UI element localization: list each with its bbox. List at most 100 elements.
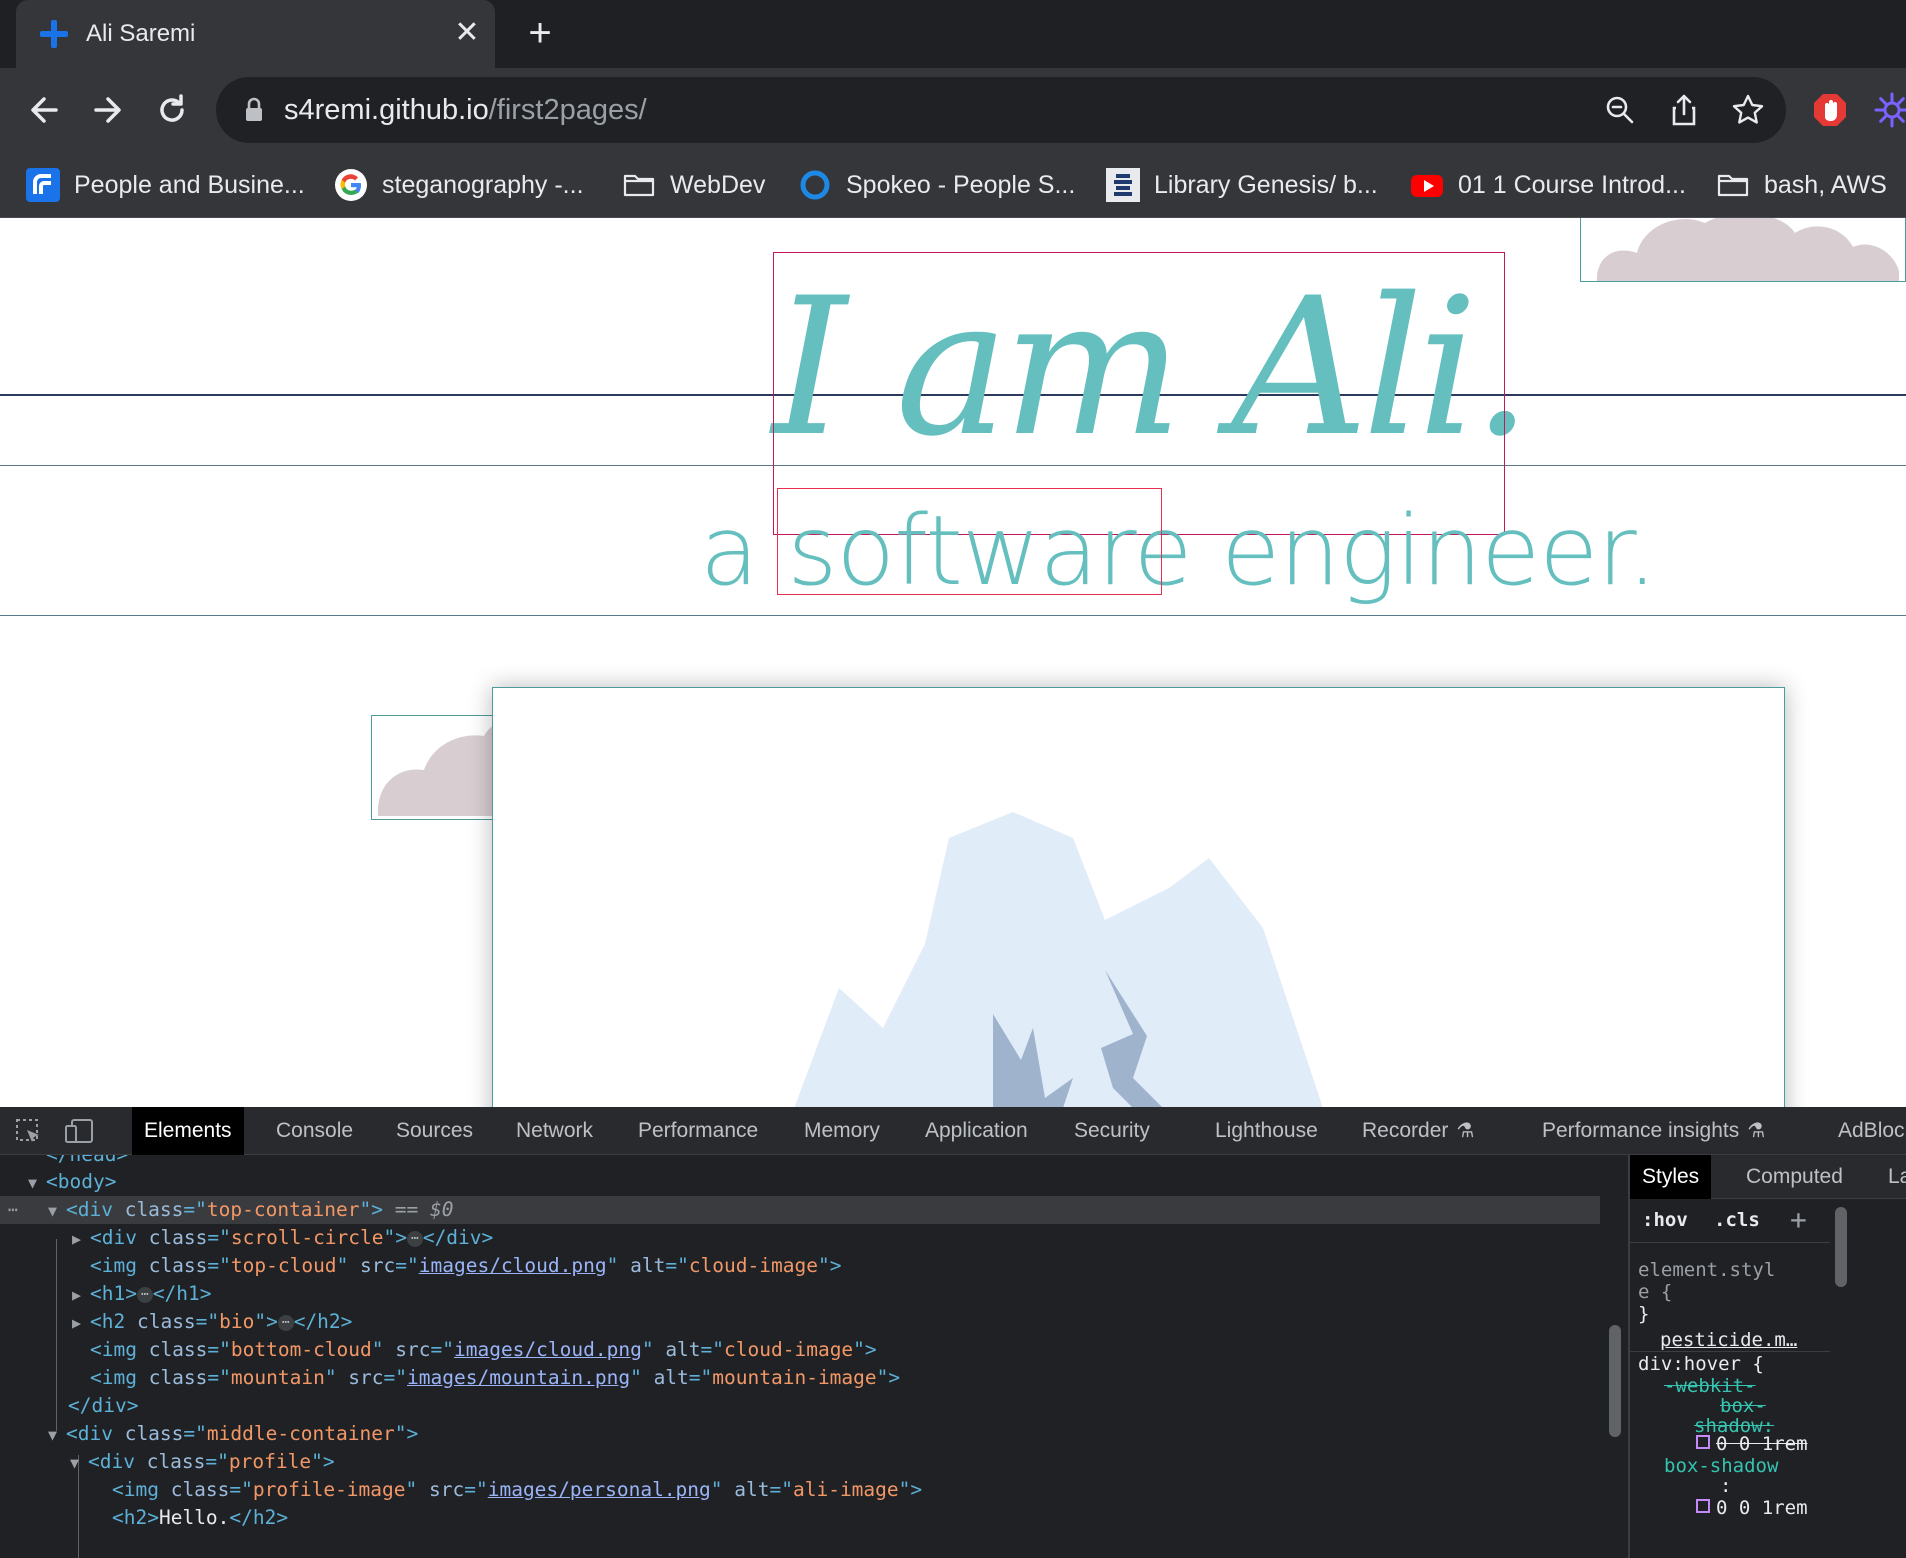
webkit-box-shadow-prop[interactable]: -webkit-: [1664, 1375, 1756, 1397]
elements-scrollbar[interactable]: [1604, 1155, 1626, 1558]
tab-recorder[interactable]: Recorder ⚗: [1350, 1107, 1486, 1155]
shadow-editor-swatch-icon[interactable]: [1696, 1435, 1710, 1449]
more-options-icon[interactable]: ⋯: [8, 1196, 18, 1224]
url-text: s4remi.github.io/first2pages/: [284, 94, 647, 126]
close-tab-icon[interactable]: ✕: [450, 16, 484, 50]
bookmark-star-icon[interactable]: [1730, 92, 1766, 128]
tab-security[interactable]: Security: [1062, 1107, 1162, 1155]
tree-node-scroll-circle[interactable]: ▶ <div class="scroll-circle"> ⋯ </div>: [72, 1224, 493, 1252]
devtools-panel: Elements Console Sources Network Perform…: [0, 1107, 1906, 1558]
tab-title: Ali Saremi: [86, 20, 196, 47]
mountain-image: [492, 687, 1785, 1107]
tree-node-profile-image[interactable]: <img class="profile-image" src="images/p…: [112, 1476, 922, 1504]
bookmark-folder[interactable]: WebDev: [622, 166, 765, 204]
styles-scrollbar[interactable]: [1830, 1199, 1850, 1558]
tab-performance-insights[interactable]: Performance insights ⚗: [1530, 1107, 1777, 1155]
rule-close-brace: }: [1638, 1303, 1650, 1325]
tree-node-body[interactable]: ▼ <body>: [28, 1168, 116, 1196]
tree-node-h2-hello[interactable]: <h2>Hello.</h2>: [112, 1504, 288, 1532]
youtube-icon: [1411, 175, 1443, 197]
tab-active[interactable]: Ali Saremi ✕: [16, 0, 495, 68]
pesticide-guide-line: [0, 615, 1906, 616]
page-viewport: I am Ali. a software engineer.: [0, 218, 1906, 1107]
tab-console[interactable]: Console: [264, 1107, 365, 1155]
adblock-extension-icon[interactable]: [1812, 92, 1848, 128]
tree-node-bio[interactable]: ▶ <h2 class="bio"> ⋯ </h2>: [72, 1308, 352, 1336]
tab-performance[interactable]: Performance: [626, 1107, 770, 1155]
lock-icon[interactable]: [244, 97, 264, 123]
styles-tab-bar: Styles Computed Lay: [1630, 1155, 1906, 1199]
tab-memory[interactable]: Memory: [792, 1107, 892, 1155]
tree-node-top-cloud[interactable]: <img class="top-cloud" src="images/cloud…: [90, 1252, 841, 1280]
google-icon: [335, 169, 367, 201]
tree-node-div-close[interactable]: </div>: [68, 1392, 138, 1420]
tab-layout[interactable]: Lay: [1876, 1155, 1906, 1199]
zoom-icon[interactable]: [1602, 92, 1638, 128]
forward-arrow-icon[interactable]: [84, 86, 132, 134]
element-style-selector[interactable]: element.styl: [1638, 1259, 1775, 1281]
styles-pane: Styles Computed Lay :hov .cls + element.…: [1630, 1155, 1906, 1558]
sparkle-extension-icon[interactable]: [1874, 92, 1906, 128]
new-tab-button[interactable]: +: [520, 13, 560, 54]
collapsed-ellipsis[interactable]: ⋯: [277, 1314, 294, 1331]
tree-node-mountain[interactable]: <img class="mountain" src="images/mounta…: [90, 1364, 900, 1392]
bookmark-item[interactable]: steganography -...: [334, 166, 584, 204]
stylesheet-source-link[interactable]: pesticide.m…: [1660, 1329, 1797, 1351]
tab-sources[interactable]: Sources: [384, 1107, 485, 1155]
tree-node-profile[interactable]: ▼ <div class="profile">: [70, 1448, 335, 1476]
flask-icon: ⚗: [1747, 1120, 1766, 1142]
flask-icon: ⚗: [1456, 1120, 1475, 1142]
bookmark-item[interactable]: People and Busine...: [26, 166, 305, 204]
reload-icon[interactable]: [148, 86, 196, 134]
rule-separator: [1630, 1351, 1830, 1352]
tab-adblock[interactable]: AdBloc: [1826, 1107, 1906, 1155]
bookmark-item[interactable]: 01 1 Course Introd...: [1410, 166, 1686, 204]
tab-lighthouse[interactable]: Lighthouse: [1203, 1107, 1330, 1155]
browser-toolbar: s4remi.github.io/first2pages/: [0, 68, 1906, 152]
bookmarks-bar: People and Busine... steganography -... …: [0, 152, 1906, 218]
tree-node-head-close[interactable]: </head>: [46, 1155, 128, 1169]
bookmark-item[interactable]: Library Genesis/ b...: [1106, 166, 1378, 204]
inspect-element-icon[interactable]: [14, 1117, 44, 1145]
people-business-icon: [26, 168, 60, 202]
folder-icon: [623, 174, 655, 197]
tree-guide: [56, 1239, 57, 1431]
box-shadow-colon: :: [1720, 1475, 1732, 1497]
hov-toggle[interactable]: :hov: [1642, 1209, 1688, 1231]
tab-strip: Ali Saremi ✕ +: [0, 0, 1906, 68]
tree-node-middle-container[interactable]: ▼ <div class="middle-container">: [48, 1420, 418, 1448]
rule-selector[interactable]: div:hover {: [1638, 1353, 1764, 1375]
plus-favicon-icon: [40, 20, 68, 48]
tree-node-bottom-cloud[interactable]: <img class="bottom-cloud" src="images/cl…: [90, 1336, 877, 1364]
collapsed-ellipsis[interactable]: ⋯: [407, 1230, 423, 1247]
box-shadow-value[interactable]: 0 0 1rem: [1716, 1497, 1808, 1519]
tab-styles[interactable]: Styles: [1630, 1155, 1712, 1199]
collapsed-ellipsis[interactable]: ⋯: [136, 1286, 153, 1303]
back-arrow-icon[interactable]: [20, 86, 68, 134]
styles-filter-bar: :hov .cls +: [1630, 1199, 1830, 1243]
webkit-box-shadow-value[interactable]: 0 0 1rem: [1716, 1433, 1808, 1455]
tab-elements[interactable]: Elements: [132, 1107, 244, 1155]
tab-application[interactable]: Application: [913, 1107, 1040, 1155]
span-outline: [777, 488, 1162, 595]
bookmark-folder[interactable]: bash, AWS: [1716, 166, 1887, 204]
address-bar[interactable]: s4remi.github.io/first2pages/: [216, 77, 1786, 143]
folder-icon: [1717, 174, 1749, 197]
share-icon[interactable]: [1666, 92, 1702, 128]
devtools-tab-bar: Elements Console Sources Network Perform…: [0, 1107, 1906, 1155]
bookmark-item[interactable]: Spokeo - People S...: [798, 166, 1075, 204]
device-toolbar-icon[interactable]: [64, 1117, 94, 1145]
top-cloud-image: [1580, 218, 1906, 282]
tree-node-h1[interactable]: ▶ <h1> ⋯ </h1>: [72, 1280, 212, 1308]
tab-network[interactable]: Network: [504, 1107, 605, 1155]
tab-computed[interactable]: Computed: [1734, 1155, 1855, 1199]
elements-tree: </head> ▼<body> ⋯ ▼<div class="top-conta…: [0, 1155, 1600, 1558]
add-rule-icon[interactable]: +: [1790, 1203, 1807, 1236]
tree-node-top-container[interactable]: ⋯ ▼ <div class="top-container"> == $0: [0, 1196, 1600, 1224]
cls-toggle[interactable]: .cls: [1714, 1209, 1760, 1231]
box-shadow-prop[interactable]: box-shadow: [1664, 1455, 1778, 1477]
element-style-selector-cont: e {: [1638, 1281, 1673, 1303]
library-genesis-icon: [1106, 168, 1140, 202]
webkit-box-shadow-prop-cont: box-: [1720, 1395, 1766, 1417]
shadow-editor-swatch-icon[interactable]: [1696, 1499, 1710, 1513]
